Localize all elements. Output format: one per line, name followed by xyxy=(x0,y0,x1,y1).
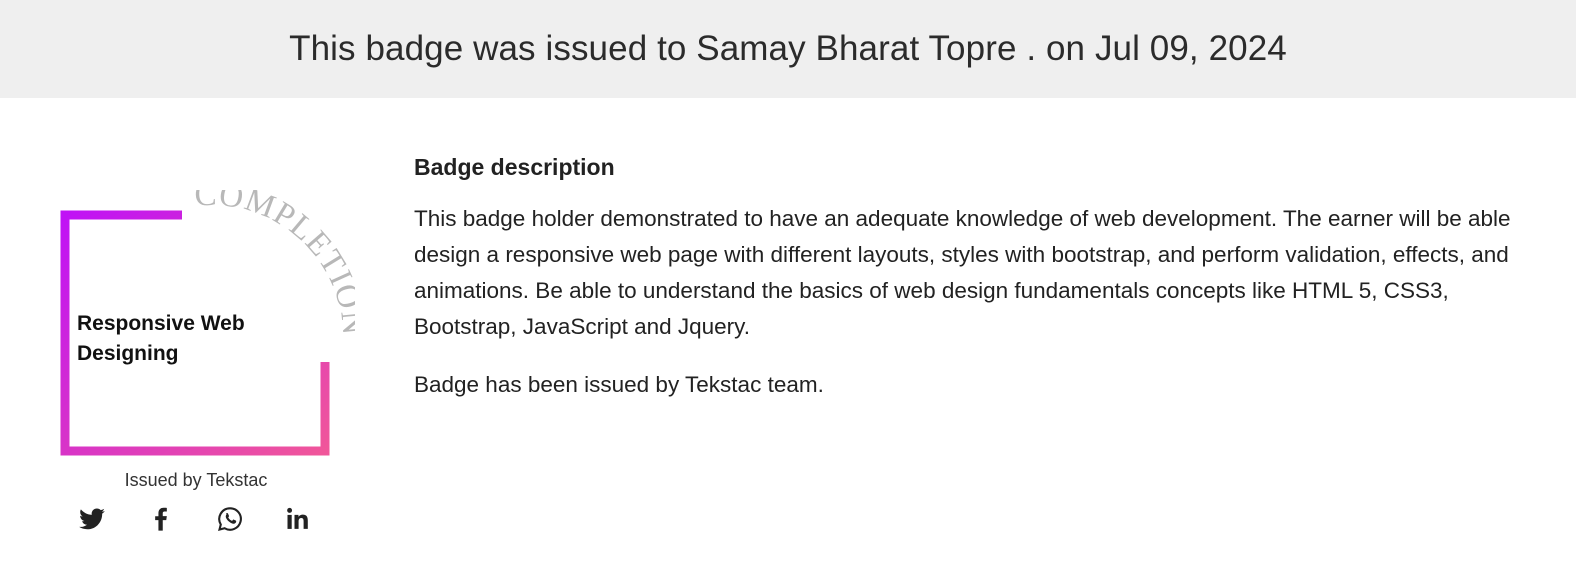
page-header: This badge was issued to Samay Bharat To… xyxy=(0,0,1576,98)
linkedin-icon xyxy=(287,507,308,529)
twitter-share-button[interactable] xyxy=(78,505,106,533)
badge-graphic: COMPLETION Responsive Web Designing xyxy=(60,190,355,456)
linkedin-share-button[interactable] xyxy=(284,505,312,533)
badge-image: COMPLETION Responsive Web Designing xyxy=(55,190,355,460)
badge-name-line1: Responsive Web xyxy=(77,312,245,335)
description-heading: Badge description xyxy=(414,154,615,180)
badge-description-section: Badge description This badge holder demo… xyxy=(414,154,1534,403)
facebook-icon xyxy=(155,507,167,531)
badge-name-line2: Designing xyxy=(77,342,179,365)
issuer-note: Badge has been issued by Tekstac team. xyxy=(414,372,824,397)
issued-to-title: This badge was issued to Samay Bharat To… xyxy=(289,29,1287,68)
whatsapp-icon xyxy=(218,507,242,531)
twitter-icon xyxy=(79,508,105,530)
facebook-share-button[interactable] xyxy=(147,505,175,533)
issued-by-label: Issued by Tekstac xyxy=(124,470,268,490)
description-text: This badge holder demonstrated to have a… xyxy=(414,206,1511,339)
whatsapp-share-button[interactable] xyxy=(216,505,244,533)
